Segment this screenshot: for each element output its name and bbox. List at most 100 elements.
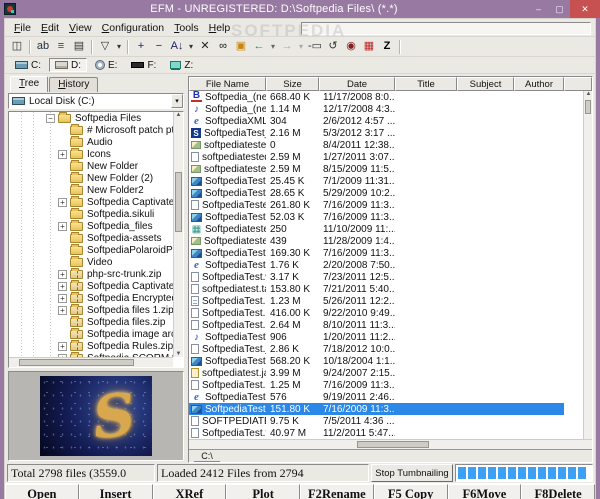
tree-item[interactable]: + Softpedia Captivate [9, 195, 173, 208]
list-vscroll-thumb[interactable] [585, 100, 591, 114]
file-row[interactable]: SoftpediaTest.fa... 40.97 M 11/2/2011 5:47… [189, 427, 592, 439]
sort-names-icon[interactable]: ab [35, 39, 52, 55]
file-row[interactable]: SoftpediaTest.ico 1.25 M 7/16/2009 11:3... [189, 379, 592, 391]
filter-icon[interactable]: ▽ [97, 39, 114, 55]
close-button[interactable]: ✕ [570, 0, 600, 18]
tree-item[interactable]: + Softpedia files 1.zip [9, 303, 173, 316]
maximize-button[interactable]: ▢ [549, 0, 570, 18]
remove-icon[interactable]: − [151, 39, 168, 55]
tree-item[interactable]: New Folder (2) [9, 171, 173, 184]
file-row[interactable]: SoftpediaTest.Gif151.80 K7/16/2009 11:3.… [189, 403, 592, 415]
tree-horizontal-scrollbar[interactable] [9, 357, 173, 367]
file-row[interactable]: BSoftpedia_(new... 668.40 K 11/17/2008 8:0… [189, 91, 592, 103]
menu-view[interactable]: View [64, 21, 97, 35]
file-row[interactable]: softpediatested.t... 2.59 M 1/27/2011 3:07… [189, 151, 592, 163]
add-icon[interactable]: + [133, 39, 150, 55]
sort-az-icon[interactable]: A↓ [169, 39, 186, 55]
open-button[interactable]: Open [5, 484, 79, 499]
tab-tree[interactable]: Tree [10, 76, 49, 92]
file-row[interactable]: e SoftpediaTest.xml 1.76 K 2/20/2008 7:50..… [189, 259, 592, 271]
f2-rename-button[interactable]: F2 Rename [300, 484, 374, 499]
column-header-subject[interactable]: Subject [457, 77, 514, 91]
file-row[interactable]: SOFTPEDIATE... 9.75 K 7/5/2011 4:36 ... [189, 415, 592, 427]
file-row[interactable]: ▦Softpediatested... 250 11/10/2009 11:... [189, 223, 592, 235]
file-row[interactable]: SoftpediaTest.nsf 416.00 K 9/22/2010 9:49.… [189, 307, 592, 319]
list-vertical-scrollbar[interactable]: ▲ [583, 91, 592, 439]
tree-item[interactable]: + Softpedia Captivate.zip [9, 279, 173, 292]
expand-icon[interactable]: + [58, 305, 67, 315]
xref-button[interactable]: XRef [152, 484, 227, 499]
drive-button-Z[interactable]: Z: [164, 58, 200, 72]
file-row[interactable]: SoftpediaTested... 261.80 K 7/16/2009 11:3… [189, 199, 592, 211]
expand-icon[interactable]: + [58, 293, 67, 303]
tree-item[interactable]: New Folder2 [9, 183, 173, 196]
file-row[interactable]: SoftpediaTested... 52.03 K 7/16/2009 11:3.… [189, 211, 592, 223]
thumbnail-view-icon[interactable]: ▣ [233, 39, 250, 55]
file-row[interactable]: SSoftpediaTest_... 2.16 M 5/3/2012 3:17 ..… [189, 127, 592, 139]
sort-dropdown-icon[interactable]: ▾ [187, 39, 196, 55]
menu-edit[interactable]: Edit [36, 21, 64, 35]
file-row[interactable]: softpediatest.tad 153.80 K 7/21/2011 5:40.… [189, 283, 592, 295]
menu-file[interactable]: File [9, 21, 36, 35]
column-header-size[interactable]: Size [266, 77, 319, 91]
file-row[interactable]: softpediatested.tif 2.59 M 8/15/2009 11:5.… [189, 163, 592, 175]
details-view-icon[interactable]: ▤ [71, 39, 88, 55]
eye-icon[interactable]: ◉ [343, 39, 360, 55]
column-header-extra[interactable] [564, 77, 592, 91]
file-row[interactable]: SoftpediaTest.w... 3.17 K 7/23/2011 12:5..… [189, 271, 592, 283]
forward-icon[interactable]: → [279, 39, 296, 55]
tree-item[interactable]: + Softpedia Rules.zip [9, 339, 173, 352]
drive-button-E[interactable]: E: [89, 58, 124, 72]
combobox-dropdown-icon[interactable]: ▾ [171, 94, 183, 108]
list-horizontal-scrollbar[interactable] [189, 439, 592, 449]
menu-help[interactable]: Help [204, 21, 236, 35]
delete-icon[interactable]: ✕ [197, 39, 214, 55]
forward-dropdown-icon[interactable]: ▾ [297, 39, 306, 55]
tree-item[interactable]: New Folder [9, 159, 173, 172]
file-row[interactable]: ♪ SoftpediaTest.mid 906 1/20/2011 11:2... [189, 331, 592, 343]
tree-item[interactable]: Video [9, 255, 173, 268]
f5-copy-button[interactable]: F5 Copy [373, 484, 448, 499]
tree-item[interactable]: # Microsoft patch pt des [9, 123, 173, 136]
tree-item[interactable]: + Icons [9, 147, 173, 160]
f8-delete-button[interactable]: F8 Delete [521, 484, 595, 499]
tree-hscroll-thumb[interactable] [19, 359, 134, 366]
f6-move-button[interactable]: F6 Move [447, 484, 522, 499]
column-header-date[interactable]: Date [319, 77, 395, 91]
tree-item[interactable]: + php-src-trunk.zip [9, 267, 173, 280]
expand-icon[interactable]: + [58, 221, 67, 231]
column-header-file-name[interactable]: File Name [189, 77, 266, 91]
pin-icon[interactable]: -▭ [307, 39, 324, 55]
drive-combobox[interactable]: Local Disk (C:) ▾ [8, 93, 184, 109]
path-tab[interactable]: C:\ [189, 450, 225, 462]
file-row[interactable]: SoftpediaTest.jpg 568.20 K 10/18/2004 1:1.… [189, 355, 592, 367]
tree-vscroll-thumb[interactable] [175, 172, 182, 232]
file-row[interactable]: softpediatested1 0 8/4/2011 12:38... [189, 139, 592, 151]
menu-tools[interactable]: Tools [169, 21, 204, 35]
tree-item[interactable]: Softpedia files.zip [9, 315, 173, 328]
file-row[interactable]: SoftpediaTested... 25.45 K 7/1/2009 11:31.… [189, 175, 592, 187]
file-row[interactable]: e SoftpediaTest.html 576 9/19/2011 2:46... [189, 391, 592, 403]
drive-button-D[interactable]: D: [49, 58, 87, 72]
expand-icon[interactable]: + [58, 281, 67, 291]
tree-item[interactable]: Softpedia image archive [9, 327, 173, 340]
find-binoculars-icon[interactable]: ∞ [215, 39, 232, 55]
file-row[interactable]: SoftpediaTest.nc 2.64 M 8/10/2011 11:3... [189, 319, 592, 331]
file-row[interactable]: SoftpediaTest1.Gif 169.30 K 7/16/2009 11:3… [189, 247, 592, 259]
list-hscroll-thumb[interactable] [357, 441, 429, 448]
drive-button-F[interactable]: F: [125, 58, 163, 72]
file-row[interactable]: SoftpediaTested... 28.65 K 5/29/2009 10:2.… [189, 187, 592, 199]
column-header-title[interactable]: Title [395, 77, 457, 91]
tree-item[interactable]: Softpedia-assets [9, 231, 173, 244]
tree-item[interactable]: SoftpediaPolaroidPuzzle [9, 243, 173, 256]
insert-button[interactable]: Insert [78, 484, 153, 499]
menu-quick-box[interactable] [301, 21, 591, 35]
tree-item[interactable]: − Softpedia Files [9, 112, 173, 124]
column-header-author[interactable]: Author [514, 77, 564, 91]
expand-icon[interactable]: + [58, 197, 67, 207]
back-icon[interactable]: ← [251, 39, 268, 55]
stop-thumbnailing-button[interactable]: Stop Tumbnailing [371, 464, 453, 482]
menu-configuration[interactable]: Configuration [97, 21, 169, 35]
file-row[interactable]: SoftpediaTest.js 2.86 K 7/18/2012 10:0... [189, 343, 592, 355]
filter-dropdown-icon[interactable]: ▾ [115, 39, 124, 55]
